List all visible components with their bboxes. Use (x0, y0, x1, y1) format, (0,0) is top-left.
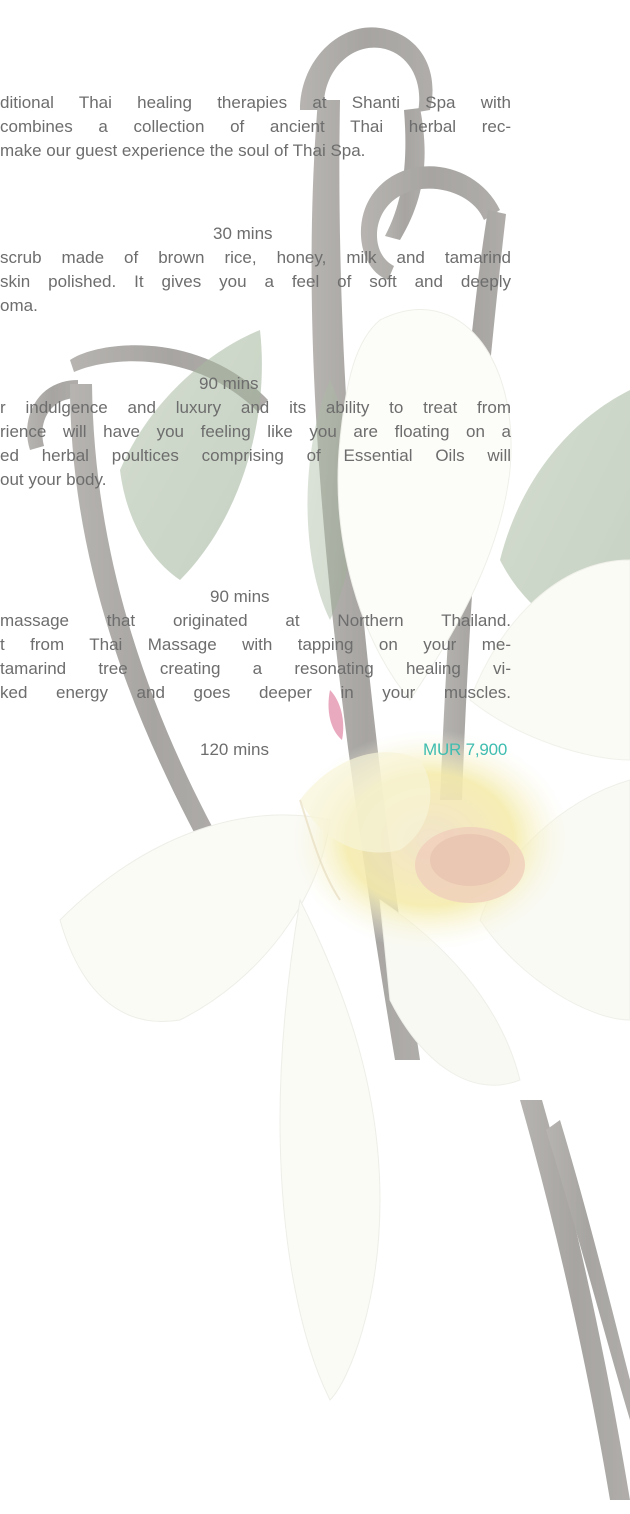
intro-paragraph: ditional Thai healing therapies at Shant… (0, 91, 511, 163)
description-line: oma. (0, 296, 38, 315)
menu-text-layer: ditional Thai healing therapies at Shant… (0, 0, 630, 1514)
treatment-description: massage that originated at Northern Thai… (0, 609, 511, 705)
description-line: rience will have you feeling like you ar… (0, 422, 511, 441)
description-line: skin polished. It gives you a feel of so… (0, 272, 511, 291)
description-line: tamarind tree creating a resonating heal… (0, 659, 511, 678)
description-line: t from Thai Massage with tapping on your… (0, 635, 511, 654)
description-line: r indulgence and luxury and its ability … (0, 398, 511, 417)
intro-line: make our guest experience the soul of Th… (0, 141, 366, 160)
description-line: ked energy and goes deeper in your muscl… (0, 683, 511, 702)
intro-line: ditional Thai healing therapies at Shant… (0, 93, 511, 112)
treatment-duration: 120 mins (200, 740, 269, 759)
description-line: out your body. (0, 470, 107, 489)
treatment-duration: 90 mins (210, 587, 270, 606)
description-line: ed herbal poultices comprising of Essent… (0, 446, 511, 465)
intro-line: combines a collection of ancient Thai he… (0, 117, 511, 136)
treatment-description: r indulgence and luxury and its ability … (0, 396, 511, 492)
description-line: scrub made of brown rice, honey, milk an… (0, 248, 511, 267)
treatment-duration: 30 mins (213, 224, 273, 243)
treatment-duration: 90 mins (199, 374, 259, 393)
spa-menu-page: ditional Thai healing therapies at Shant… (0, 0, 630, 1514)
treatment-description: scrub made of brown rice, honey, milk an… (0, 246, 511, 318)
treatment-price: MUR 7,900 (423, 740, 508, 759)
description-line: massage that originated at Northern Thai… (0, 611, 511, 630)
